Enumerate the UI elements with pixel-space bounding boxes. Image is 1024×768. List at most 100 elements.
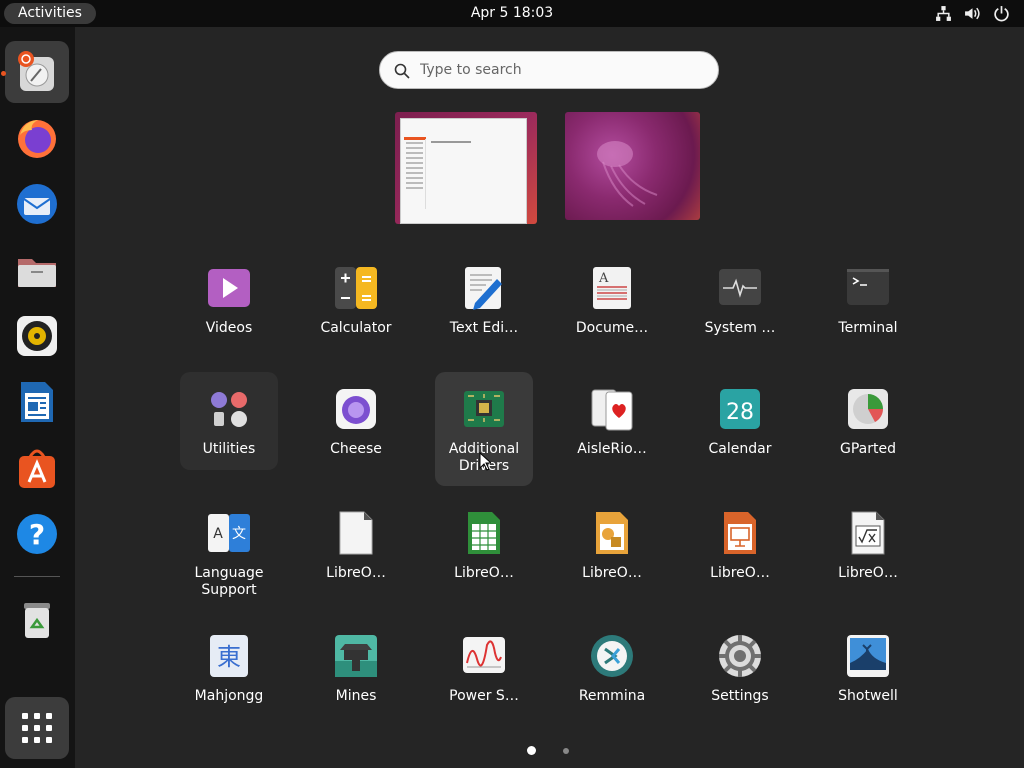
aisleriot-icon bbox=[591, 389, 633, 431]
dock-item-files[interactable] bbox=[5, 239, 69, 301]
mahjongg-icon: 東 bbox=[210, 635, 248, 677]
dock-item-rhythmbox[interactable] bbox=[5, 305, 69, 367]
app-settings[interactable]: Settings bbox=[691, 619, 789, 717]
dock-item-thunderbird[interactable] bbox=[5, 173, 69, 235]
app-label: Calculator bbox=[320, 320, 392, 336]
files-icon bbox=[18, 259, 56, 287]
app-label: Power S… bbox=[449, 688, 519, 704]
app-folder-utilities[interactable]: Utilities bbox=[180, 372, 278, 470]
svg-text:東: 東 bbox=[217, 643, 241, 671]
cheese-icon bbox=[336, 389, 376, 429]
libreoffice-math-icon bbox=[851, 511, 885, 555]
clock: Apr 5 18:03 bbox=[0, 0, 1024, 27]
search-icon bbox=[394, 63, 410, 79]
power-statistics-icon bbox=[463, 637, 505, 673]
remmina-icon bbox=[591, 635, 633, 677]
app-label: Language Support bbox=[194, 565, 264, 598]
show-applications-button[interactable] bbox=[5, 697, 69, 759]
app-label: Cheese bbox=[330, 441, 382, 457]
app-label: AisleRio… bbox=[577, 441, 647, 457]
svg-text:A: A bbox=[213, 526, 223, 542]
workspace-thumbnail-1[interactable] bbox=[395, 112, 537, 224]
svg-text:A: A bbox=[598, 271, 609, 286]
clock-label[interactable]: Apr 5 18:03 bbox=[471, 5, 553, 21]
app-libreoffice-calc[interactable]: LibreO… bbox=[435, 496, 533, 594]
window-preview-content bbox=[431, 141, 471, 143]
app-remmina[interactable]: Remmina bbox=[563, 619, 661, 717]
calculator-icon bbox=[335, 267, 377, 309]
search-input[interactable] bbox=[420, 56, 700, 84]
jellyfish-wallpaper bbox=[597, 141, 658, 207]
app-system-monitor[interactable]: System … bbox=[691, 251, 789, 349]
app-text-editor[interactable]: Text Edi… bbox=[435, 251, 533, 349]
app-cheese[interactable]: Cheese bbox=[307, 372, 405, 470]
activities-button[interactable]: Activities bbox=[4, 3, 96, 24]
app-shotwell[interactable]: Shotwell bbox=[819, 619, 917, 717]
app-label: LibreO… bbox=[326, 565, 386, 581]
app-gparted[interactable]: GParted bbox=[819, 372, 917, 470]
app-document-viewer[interactable]: A Docume… bbox=[563, 251, 661, 349]
app-mahjongg[interactable]: 東 Mahjongg bbox=[180, 619, 278, 717]
window-preview[interactable] bbox=[400, 118, 527, 224]
power-icon[interactable] bbox=[993, 5, 1010, 22]
network-icon[interactable] bbox=[935, 5, 952, 22]
dock-item-writer[interactable] bbox=[5, 371, 69, 433]
text-editor-icon bbox=[465, 267, 502, 310]
additional-drivers-icon bbox=[464, 391, 504, 427]
app-label: Settings bbox=[711, 688, 769, 704]
software-icon bbox=[19, 449, 55, 488]
volume-icon[interactable] bbox=[964, 5, 981, 22]
app-label: Docume… bbox=[575, 320, 649, 336]
app-label: LibreO… bbox=[582, 565, 642, 581]
app-label: LibreO… bbox=[838, 565, 898, 581]
app-libreoffice-math[interactable]: LibreO… bbox=[819, 496, 917, 594]
system-monitor-icon bbox=[719, 269, 761, 305]
libreoffice-icon bbox=[339, 511, 373, 555]
app-label: System … bbox=[704, 320, 776, 336]
app-language-support[interactable]: A 文 Language Support bbox=[180, 496, 278, 598]
svg-text:文: 文 bbox=[232, 526, 246, 542]
page-indicator[interactable] bbox=[563, 748, 569, 754]
system-tray[interactable] bbox=[935, 5, 1010, 22]
running-indicator bbox=[1, 71, 6, 76]
dock-item-trash[interactable] bbox=[5, 589, 69, 651]
workspace-thumbnail-2[interactable] bbox=[565, 112, 700, 220]
calendar-icon: 28 bbox=[720, 389, 760, 429]
dock-item-installer[interactable] bbox=[5, 41, 69, 103]
rhythmbox-icon bbox=[17, 316, 57, 356]
app-calculator[interactable]: Calculator bbox=[307, 251, 405, 349]
document-viewer-icon: A bbox=[593, 267, 631, 309]
app-aisleriot[interactable]: AisleRio… bbox=[563, 372, 661, 470]
app-terminal[interactable]: Terminal bbox=[819, 251, 917, 349]
app-mines[interactable]: Mines bbox=[307, 619, 405, 717]
dock-item-firefox[interactable] bbox=[5, 107, 69, 169]
utilities-folder-icon bbox=[211, 392, 247, 427]
shotwell-icon bbox=[847, 635, 889, 677]
dock-item-software[interactable] bbox=[5, 437, 69, 499]
app-calendar[interactable]: 28 Calendar bbox=[691, 372, 789, 470]
app-libreoffice-draw[interactable]: LibreO… bbox=[563, 496, 661, 594]
search-box[interactable] bbox=[379, 51, 719, 89]
app-label: Videos bbox=[205, 320, 253, 336]
dock-item-help[interactable]: ? bbox=[5, 503, 69, 565]
calendar-day: 28 bbox=[726, 400, 754, 425]
settings-icon bbox=[719, 635, 761, 677]
dock: ? bbox=[0, 27, 75, 768]
help-icon: ? bbox=[17, 514, 57, 554]
app-label: Mines bbox=[335, 688, 377, 704]
app-videos[interactable]: Videos bbox=[180, 251, 278, 349]
app-grid-icon bbox=[22, 713, 52, 743]
app-label: GParted bbox=[840, 441, 896, 457]
svg-text:?: ? bbox=[29, 518, 45, 551]
app-label: LibreO… bbox=[454, 565, 514, 581]
window-preview-sidebar bbox=[404, 139, 426, 209]
page-indicator-active[interactable] bbox=[527, 746, 536, 755]
app-power-statistics[interactable]: Power S… bbox=[435, 619, 533, 717]
app-libreoffice-impress[interactable]: LibreO… bbox=[691, 496, 789, 594]
app-libreoffice[interactable]: LibreO… bbox=[307, 496, 405, 594]
trash-icon bbox=[24, 603, 50, 638]
app-label: Mahjongg bbox=[194, 688, 264, 704]
mouse-cursor-icon bbox=[479, 452, 491, 471]
libreoffice-calc-icon bbox=[468, 512, 500, 554]
app-label: Terminal bbox=[838, 320, 898, 336]
